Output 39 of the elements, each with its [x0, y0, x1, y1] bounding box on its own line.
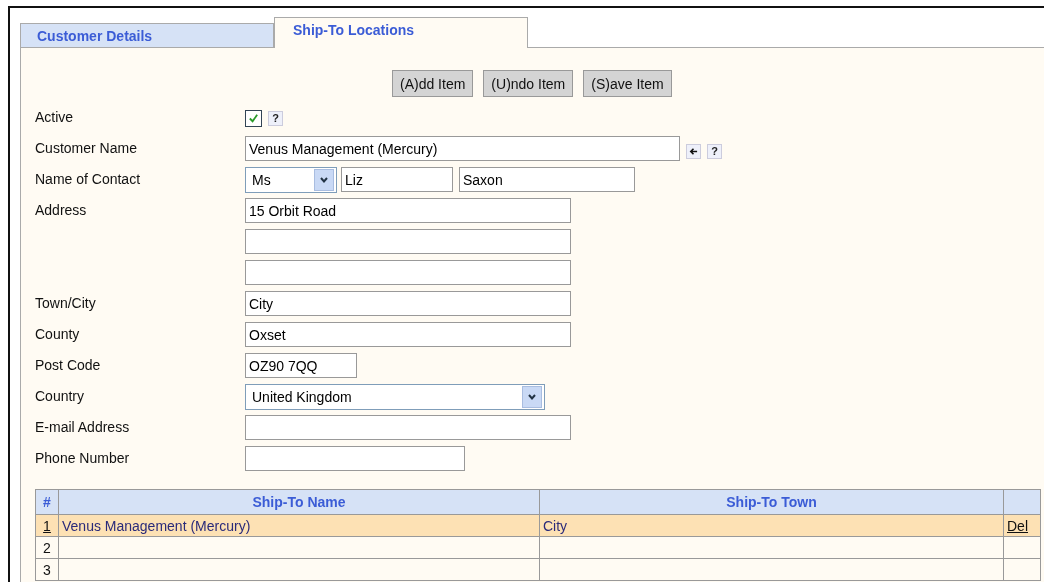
country-dropdown[interactable]: United Kingdom [245, 384, 545, 410]
address-field[interactable] [245, 229, 571, 254]
table-cell: City [543, 517, 568, 534]
text-field[interactable]: Oxset [245, 322, 571, 347]
tab[interactable]: Ship-To Locations [274, 17, 528, 48]
text-field[interactable]: Venus Management (Mercury) [245, 136, 680, 161]
column-header: # [35, 489, 59, 515]
address-field[interactable] [245, 260, 571, 285]
column-header: Ship-To Town [539, 489, 1004, 515]
field-label: Active [35, 108, 75, 125]
field-label: Phone Number [35, 449, 131, 466]
text-field[interactable]: OZ90 7QQ [245, 353, 357, 378]
field-label: E-mail Address [35, 418, 131, 435]
field-label: County [35, 325, 81, 342]
text-field[interactable] [245, 446, 465, 471]
help-button[interactable]: ? [268, 111, 283, 126]
checkbox[interactable] [245, 110, 262, 127]
help-button[interactable]: ? [707, 144, 722, 159]
table-cell: Venus Management (Mercury) [62, 517, 251, 534]
action-button[interactable]: (S)ave Item [583, 70, 672, 97]
field-label: Address [35, 201, 88, 218]
action-button[interactable]: (U)ndo Item [483, 70, 574, 97]
left-arrow-icon [689, 147, 698, 156]
address-field[interactable]: 15 Orbit Road [245, 198, 571, 223]
field-label: Post Code [35, 356, 102, 373]
field-label: Town/City [35, 294, 97, 311]
field-label: Country [35, 387, 86, 404]
title-dropdown[interactable]: Ms [245, 167, 337, 193]
field-label: Name of Contact [35, 170, 142, 187]
first-name-field[interactable]: Liz [341, 167, 453, 192]
check-icon [248, 113, 259, 124]
tab[interactable]: Customer Details [20, 23, 274, 47]
action-button[interactable]: (A)dd Item [392, 70, 474, 97]
last-name-field[interactable]: Saxon [459, 167, 635, 192]
text-field[interactable]: City [245, 291, 571, 316]
column-header: Ship-To Name [58, 489, 540, 515]
back-button[interactable] [686, 144, 701, 159]
text-field[interactable] [245, 415, 571, 440]
field-label: Customer Name [35, 139, 138, 156]
